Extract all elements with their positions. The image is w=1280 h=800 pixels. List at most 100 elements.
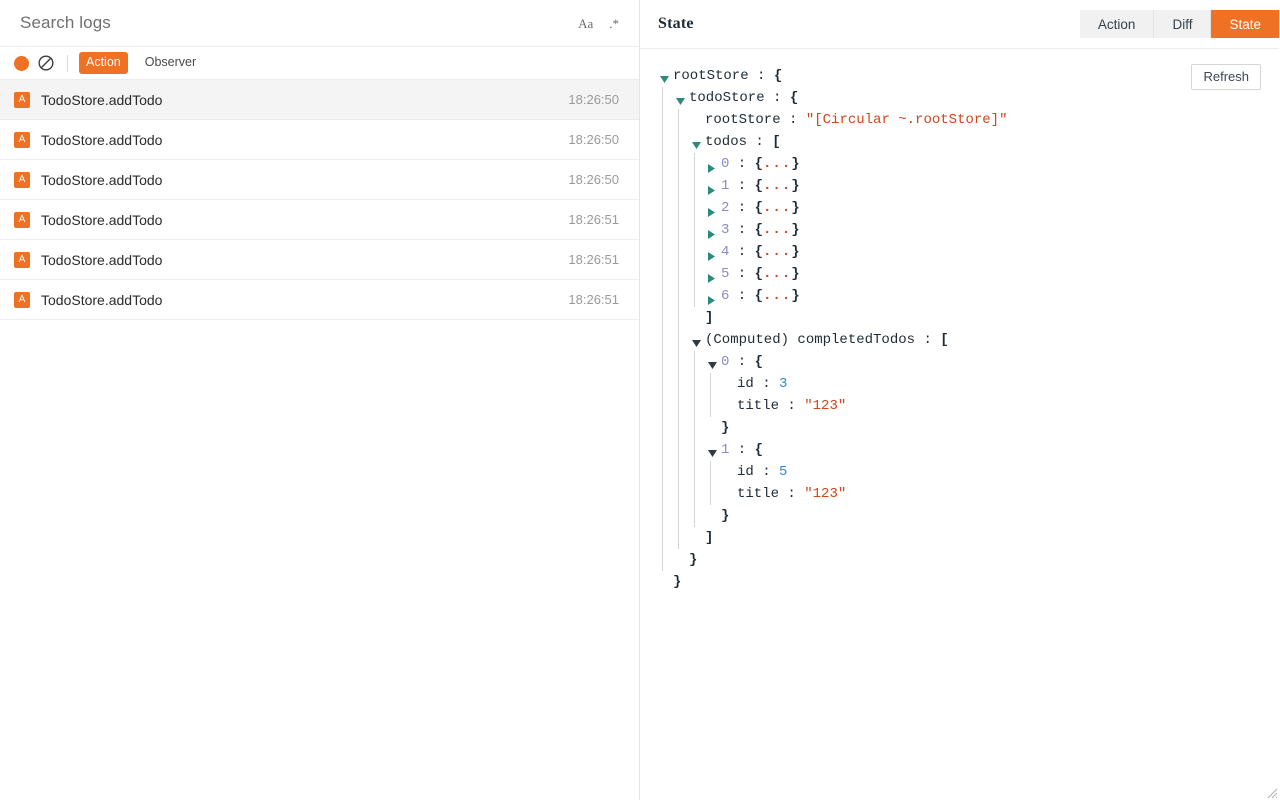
tree-indent-guides bbox=[660, 109, 692, 131]
tree-indent-guides bbox=[660, 153, 708, 175]
tree-row[interactable]: 4 : {...} bbox=[660, 241, 1279, 263]
tree-token-idx: 5 bbox=[721, 266, 730, 282]
clear-logs-icon[interactable] bbox=[37, 54, 55, 72]
log-row[interactable]: A TodoStore.addTodo 18:26:50 bbox=[0, 120, 639, 160]
tree-token-brace: { bbox=[754, 244, 764, 260]
action-badge-icon: A bbox=[14, 291, 30, 308]
tree-row[interactable]: ] bbox=[660, 307, 1279, 329]
logs-panel: Aa .* Action Observer A TodoStore.addTodo… bbox=[0, 0, 640, 800]
tree-token-brace: { bbox=[754, 266, 764, 282]
tree-token-idx: 1 bbox=[721, 178, 730, 194]
tree-row[interactable]: 0 : { bbox=[660, 351, 1279, 373]
tree-row[interactable]: } bbox=[660, 417, 1279, 439]
chevron-right-icon[interactable] bbox=[708, 288, 721, 305]
log-row[interactable]: A TodoStore.addTodo 18:26:51 bbox=[0, 200, 639, 240]
tree-token-brace: [ bbox=[772, 134, 781, 150]
tree-indent-guides bbox=[660, 461, 724, 483]
tree-token-brace: ] bbox=[705, 530, 714, 546]
tree-row[interactable]: 1 : { bbox=[660, 439, 1279, 461]
log-row[interactable]: A TodoStore.addTodo 18:26:51 bbox=[0, 280, 639, 320]
action-badge-icon: A bbox=[14, 91, 30, 108]
state-tree[interactable]: rootStore : {todoStore : {rootStore : "[… bbox=[640, 65, 1279, 593]
tree-token-key: id bbox=[737, 464, 754, 480]
chevron-right-icon[interactable] bbox=[708, 222, 721, 239]
tree-indent-guides bbox=[660, 285, 708, 307]
log-row[interactable]: A TodoStore.addTodo 18:26:50 bbox=[0, 160, 639, 200]
log-row-label: TodoStore.addTodo bbox=[41, 91, 163, 108]
chevron-down-icon[interactable] bbox=[692, 332, 705, 348]
chevron-down-icon[interactable] bbox=[676, 90, 689, 106]
tree-token-key: title bbox=[737, 398, 780, 414]
tree-token-brace: [ bbox=[940, 332, 949, 348]
chevron-right-icon[interactable] bbox=[708, 156, 721, 173]
log-row-time: 18:26:51 bbox=[568, 252, 619, 267]
tree-row[interactable]: 2 : {...} bbox=[660, 197, 1279, 219]
tree-indent-guides bbox=[660, 263, 708, 285]
tree-row[interactable]: 6 : {...} bbox=[660, 285, 1279, 307]
tree-token-dots: ... bbox=[763, 200, 792, 216]
tree-token-brace: } bbox=[791, 156, 800, 172]
tree-indent-guides bbox=[660, 87, 676, 109]
tree-row[interactable]: 0 : {...} bbox=[660, 153, 1279, 175]
tree-token-colon: : bbox=[747, 134, 773, 150]
tree-row[interactable]: id : 5 bbox=[660, 461, 1279, 483]
tree-row[interactable]: title : "123" bbox=[660, 483, 1279, 505]
tree-token-brace: } bbox=[791, 200, 800, 216]
regex-icon[interactable]: .* bbox=[609, 17, 619, 30]
chevron-down-icon[interactable] bbox=[660, 68, 673, 84]
tree-indent-guides bbox=[660, 197, 708, 219]
tree-row[interactable]: id : 3 bbox=[660, 373, 1279, 395]
record-icon[interactable] bbox=[14, 55, 29, 71]
tree-indent-guides bbox=[660, 175, 708, 197]
tree-token-colon: : bbox=[779, 398, 805, 414]
tree-row[interactable]: } bbox=[660, 505, 1279, 527]
resize-grip[interactable] bbox=[1264, 785, 1278, 799]
chevron-down-icon[interactable] bbox=[708, 354, 721, 370]
tree-row[interactable]: } bbox=[660, 571, 1279, 593]
tree-row[interactable]: title : "123" bbox=[660, 395, 1279, 417]
tree-row[interactable]: 3 : {...} bbox=[660, 219, 1279, 241]
tree-token-idx: 0 bbox=[721, 354, 730, 370]
state-panel: State Action Diff State Refresh rootStor… bbox=[640, 0, 1279, 800]
tree-token-colon: : bbox=[748, 68, 774, 84]
tree-token-str: "123" bbox=[804, 398, 847, 414]
tree-row[interactable]: (Computed) completedTodos : [ bbox=[660, 329, 1279, 351]
tree-row[interactable]: } bbox=[660, 549, 1279, 571]
tab-action[interactable]: Action bbox=[1079, 10, 1155, 38]
log-row-time: 18:26:51 bbox=[568, 292, 619, 307]
tree-row[interactable]: rootStore : { bbox=[660, 65, 1279, 87]
toolbar-divider bbox=[67, 54, 68, 72]
log-row-label: TodoStore.addTodo bbox=[41, 131, 163, 148]
tree-row[interactable]: todoStore : { bbox=[660, 87, 1279, 109]
filter-observer[interactable]: Observer bbox=[138, 52, 203, 74]
tree-token-dots: ... bbox=[763, 288, 792, 304]
tab-diff[interactable]: Diff bbox=[1154, 10, 1212, 38]
log-row[interactable]: A TodoStore.addTodo 18:26:51 bbox=[0, 240, 639, 280]
chevron-right-icon[interactable] bbox=[708, 178, 721, 195]
tree-row[interactable]: 5 : {...} bbox=[660, 263, 1279, 285]
chevron-right-icon[interactable] bbox=[708, 200, 721, 217]
tree-token-brace: } bbox=[673, 574, 682, 590]
chevron-right-icon[interactable] bbox=[708, 266, 721, 283]
chevron-down-icon[interactable] bbox=[708, 442, 721, 458]
tree-token-brace: { bbox=[754, 200, 764, 216]
tree-token-brace: } bbox=[791, 222, 800, 238]
log-row-time: 18:26:50 bbox=[568, 92, 619, 107]
tree-indent-guides bbox=[660, 329, 692, 351]
log-row-label: TodoStore.addTodo bbox=[41, 291, 163, 308]
log-list[interactable]: A TodoStore.addTodo 18:26:50 A TodoStore.add… bbox=[0, 80, 639, 800]
tree-token-dots: ... bbox=[763, 244, 792, 260]
tree-row[interactable]: ] bbox=[660, 527, 1279, 549]
tab-state[interactable]: State bbox=[1211, 10, 1279, 38]
chevron-right-icon[interactable] bbox=[708, 244, 721, 261]
log-row[interactable]: A TodoStore.addTodo 18:26:50 bbox=[0, 80, 639, 120]
filter-action[interactable]: Action bbox=[79, 52, 128, 74]
match-case-icon[interactable]: Aa bbox=[578, 17, 593, 30]
tree-row[interactable]: rootStore : "[Circular ~.rootStore]" bbox=[660, 109, 1279, 131]
chevron-down-icon[interactable] bbox=[692, 134, 705, 150]
tree-row[interactable]: todos : [ bbox=[660, 131, 1279, 153]
tree-row[interactable]: 1 : {...} bbox=[660, 175, 1279, 197]
tree-token-idx: 6 bbox=[721, 288, 730, 304]
search-input[interactable] bbox=[20, 13, 579, 33]
tree-token-colon: : bbox=[915, 332, 941, 348]
